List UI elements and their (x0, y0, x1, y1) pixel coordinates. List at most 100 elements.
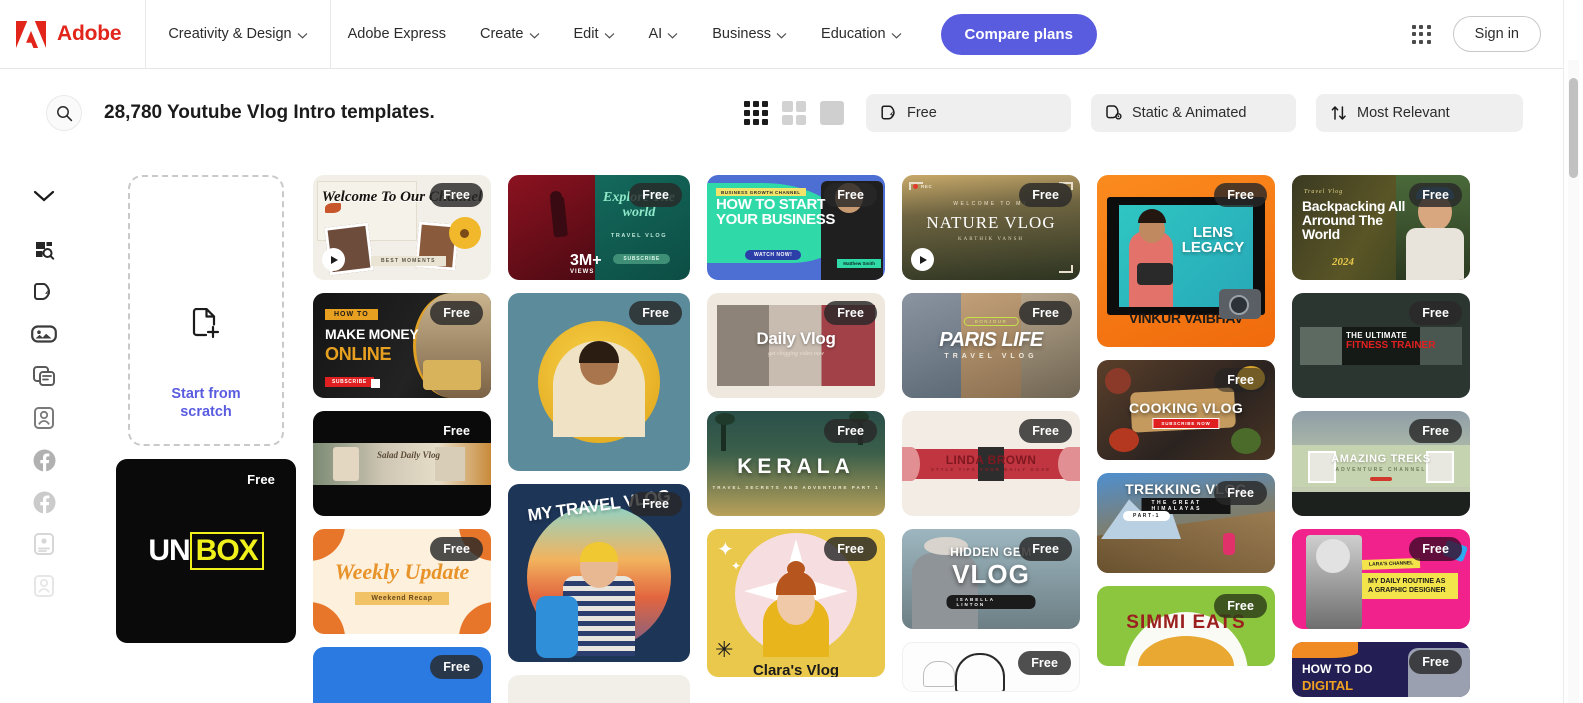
sidebar-collapse-chevron[interactable] (23, 175, 65, 217)
template-subtitle: ADVENTURE CHANNEL (1335, 467, 1427, 473)
nav-right-actions: Sign in (1411, 16, 1563, 52)
template-subtitle: TRAVEL VLOG (610, 233, 668, 239)
free-badge: Free (1214, 183, 1267, 207)
nav-label: Creativity & Design (168, 26, 292, 42)
page-scrollbar[interactable] (1568, 60, 1579, 703)
travel-vlogs-template-card[interactable]: TRAVEL VLOGS Free (313, 647, 491, 703)
nav-item-business[interactable]: Business (695, 0, 804, 69)
template-title: KERALA (737, 455, 855, 478)
template-title-2: ONLINE (325, 344, 392, 364)
nav-item-ai[interactable]: AI (632, 0, 696, 69)
animation-icon (1106, 105, 1122, 120)
sidebar-item-stacked-templates[interactable] (23, 355, 65, 397)
sidebar-item-profile-card[interactable] (23, 565, 65, 607)
app-grid-icon[interactable] (1411, 24, 1431, 44)
chevron-down-icon (529, 32, 539, 39)
nav-item-education[interactable]: Education (804, 0, 919, 69)
weekly-update-template-card[interactable]: Weekly Update Weekend Recap Free (313, 529, 491, 634)
hidden-gem-vlog-template-card[interactable]: HIDDEN GEM VLOG ISABELLA LINTON Free (902, 529, 1080, 629)
cooking-vlog-template-card[interactable]: COOKING VLOG SUBSCRIBE NOW Free (1097, 360, 1275, 460)
compare-plans-button[interactable]: Compare plans (940, 13, 1097, 55)
cream-partial-template-card[interactable] (508, 675, 690, 703)
play-icon (322, 248, 345, 271)
fitness-trainer-template-card[interactable]: THE ULTIMATE FITNESS TRAINER Free (1292, 293, 1470, 398)
salad-daily-vlog-template-card[interactable]: Salad Daily Vlog Free (313, 411, 491, 516)
start-from-scratch-card[interactable]: Start from scratch (128, 175, 284, 446)
sort-filter-dropdown[interactable]: Most Relevant (1316, 94, 1523, 132)
free-badge: Free (824, 419, 877, 443)
make-money-online-template-card[interactable]: HOW TO MAKE MONEY ONLINE SUBSCRIBE Free (313, 293, 491, 398)
template-title-part1: UN (148, 534, 190, 567)
view-mode-toggle (742, 99, 846, 127)
simmi-eats-template-card[interactable]: SIMMI EATS Free (1097, 586, 1275, 666)
document-profile-icon (34, 407, 54, 429)
nav-item-create[interactable]: Create (463, 0, 557, 69)
search-button[interactable] (46, 95, 82, 131)
search-filter-toolbar: 28,780 Youtube Vlog Intro templates. Fre… (24, 81, 1539, 145)
nav-item-edit[interactable]: Edit (557, 0, 632, 69)
profile-card-icon (34, 575, 54, 597)
unbox-template-card[interactable]: Free UN BOX (116, 459, 296, 643)
template-search-icon (36, 242, 55, 260)
free-badge: Free (1019, 419, 1072, 443)
scrollbar-thumb[interactable] (1569, 78, 1578, 178)
template-title: FITNESS TRAINER (1346, 340, 1436, 351)
template-title: LINDA BROWN (945, 453, 1037, 467)
sidebar-item-free-tag[interactable] (23, 271, 65, 313)
backpacking-world-template-card[interactable]: Travel Vlog Backpacking All Arround The … (1292, 175, 1470, 280)
sign-in-button[interactable]: Sign in (1452, 16, 1541, 52)
view-mode-dense-grid[interactable] (742, 99, 770, 127)
nav-item-adobe-express[interactable]: Adobe Express (331, 0, 463, 69)
daily-vlog-template-card[interactable]: Daily Vlog get vlogging video now Free (707, 293, 885, 398)
lens-legacy-template-card[interactable]: LENS LEGACY VINKUR VAIBHAV Free (1097, 175, 1275, 347)
sidebar-item-template-search[interactable] (23, 229, 65, 271)
template-title: Clara's Vlog (752, 662, 840, 677)
template-title: Daily Vlog (756, 329, 836, 348)
sidebar-item-media-card[interactable] (23, 313, 65, 355)
paris-life-template-card[interactable]: BONJOUR PARIS LIFE TRAVEL VLOG Free (902, 293, 1080, 398)
sketch-bag-template-card[interactable]: Free (902, 642, 1080, 692)
sidebar-item-document-profile[interactable] (23, 397, 65, 439)
claras-vlog-template-card[interactable]: ✦ ✦ ✳ Clara's Vlog Free (707, 529, 885, 677)
adobe-logo-icon (16, 20, 46, 48)
free-badge: Free (1214, 481, 1267, 505)
grid-column-4: BUSINESS GROWTH CHANNEL HOW TO START YOU… (707, 175, 885, 703)
free-badge: Free (443, 424, 470, 438)
template-stat: 3M+ (570, 251, 602, 269)
view-mode-medium-grid[interactable] (780, 99, 808, 127)
trekking-vlog-template-card[interactable]: TREKKING VLOG THE GREAT HIMALAYAS PART-1… (1097, 473, 1275, 573)
graphic-designer-routine-template-card[interactable]: LARA'S CHANNEL MY DAILY ROUTINE AS A GRA… (1292, 529, 1470, 629)
nav-label: Create (479, 26, 524, 42)
explore-world-template-card[interactable]: 3M+ VIEWS Explore The world TRAVEL VLOG … (508, 175, 690, 280)
chevron-down-icon (667, 32, 678, 39)
free-badge: Free (824, 537, 877, 561)
sidebar-item-facebook-one[interactable] (23, 439, 65, 481)
free-badge: Free (1019, 301, 1072, 325)
how-to-do-digital-template-card[interactable]: HOW TO DO DIGITAL Free (1292, 642, 1470, 697)
template-subtitle: 2024 (1332, 256, 1354, 268)
sidebar-item-id-card[interactable] (23, 523, 65, 565)
animation-filter-dropdown[interactable]: Static & Animated (1091, 94, 1296, 132)
my-travel-vlog-template-card[interactable]: MY TRAVEL VLOG Free (508, 484, 690, 662)
sidebar-item-facebook-two[interactable] (23, 481, 65, 523)
welcome-channel-template-card[interactable]: Welcome To Our Channel BEST MOMENTS Free (313, 175, 491, 280)
portrait-circle-template-card[interactable]: Free (508, 293, 690, 471)
view-mode-large-grid[interactable] (818, 99, 846, 127)
linda-brown-template-card[interactable]: LINDA BROWN STYLE TIPS YOUR DAILY DOSE F… (902, 411, 1080, 516)
template-title: MAKE MONEY (325, 326, 419, 342)
amazing-treks-template-card[interactable]: AMAZING TREKS ADVENTURE CHANNEL Free (1292, 411, 1470, 516)
price-filter-dropdown[interactable]: Free (866, 94, 1071, 132)
chevron-down-icon (297, 32, 308, 39)
template-title: PARIS LIFE (939, 329, 1043, 351)
how-to-start-business-template-card[interactable]: BUSINESS GROWTH CHANNEL HOW TO START YOU… (707, 175, 885, 280)
template-title-2: DIGITAL (1302, 678, 1354, 693)
sort-arrows-icon (1331, 106, 1346, 120)
template-subtitle: get vlogging video now (768, 351, 824, 357)
nature-vlog-template-card[interactable]: REC WELCOME TO MY NATURE VLOG KARTHIK VA… (902, 175, 1080, 280)
adobe-brand-link[interactable]: Adobe (0, 0, 147, 69)
nav-links: Creativity & Design Adobe Express Create… (146, 0, 1097, 69)
grid-column-3: 3M+ VIEWS Explore The world TRAVEL VLOG … (508, 175, 690, 703)
nav-item-creativity-design[interactable]: Creativity & Design (146, 0, 331, 69)
template-kicker: BONJOUR (963, 317, 1019, 326)
kerala-template-card[interactable]: KERALA TRAVEL SECRETS AND ADVENTURE PART… (707, 411, 885, 516)
